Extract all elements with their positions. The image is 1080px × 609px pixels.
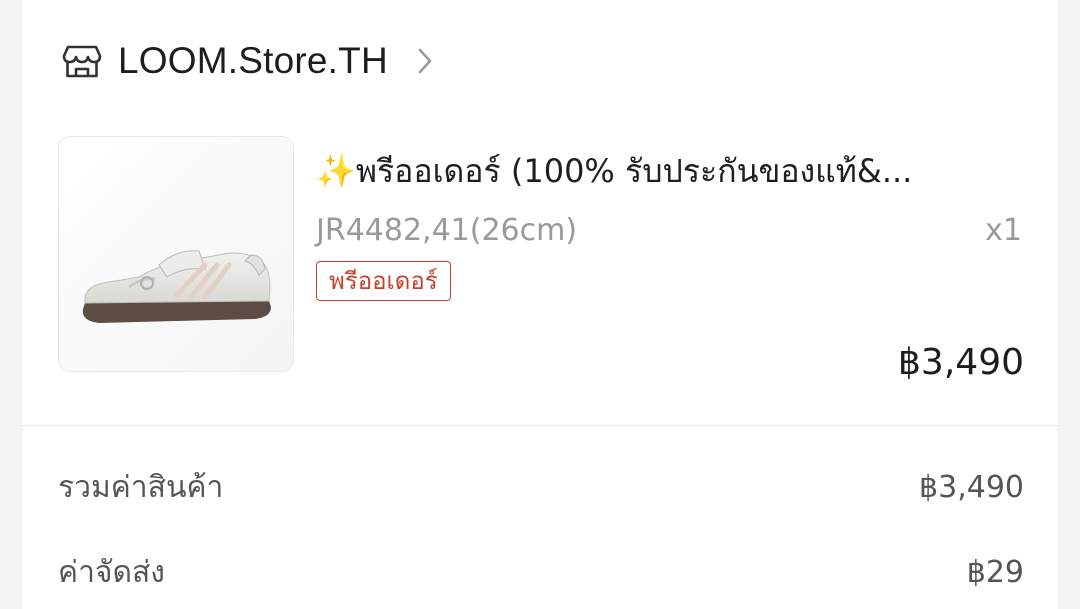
store-name[interactable]: LOOM.Store.TH (118, 40, 388, 82)
product-image[interactable] (58, 136, 294, 372)
order-card: LOOM.Store.TH ✨พรีออเดอร์ (100% รับประกั… (22, 0, 1058, 609)
store-icon (62, 41, 102, 81)
divider (22, 425, 1058, 426)
subtotal-value: ฿3,490 (919, 470, 1024, 505)
product-quantity: x1 (985, 213, 1022, 248)
product-price: ฿3,490 (898, 342, 1024, 383)
subtotal-label: รวมค่าสินค้า (58, 470, 224, 505)
product-title[interactable]: ✨พรีออเดอร์ (100% รับประกันของแท้&... (316, 148, 1026, 194)
store-header[interactable]: LOOM.Store.TH (62, 38, 436, 84)
shipping-row: ค่าจัดส่ง ฿29 (58, 553, 1024, 593)
shipping-label: ค่าจัดส่ง (58, 555, 165, 590)
shipping-value: ฿29 (966, 555, 1024, 590)
subtotal-row: รวมค่าสินค้า ฿3,490 (58, 468, 1024, 508)
product-variant: JR4482,41(26cm) (316, 213, 578, 248)
preorder-badge: พรีออเดอร์ (316, 261, 451, 301)
chevron-right-icon[interactable] (414, 46, 436, 76)
